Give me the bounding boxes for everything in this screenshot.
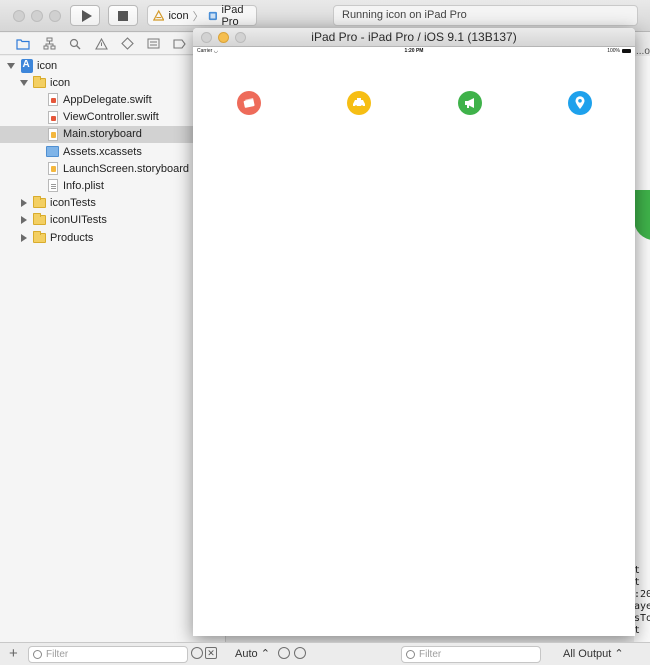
simulator-minimize-button[interactable]	[218, 32, 229, 43]
debug-filter-field[interactable]: Filter	[401, 646, 541, 663]
simulator-title-bar: iPad Pro - iPad Pro / iOS 9.1 (13B137)	[193, 28, 635, 47]
xcode-app-icon	[153, 9, 165, 21]
navigator-item-label: Products	[50, 231, 94, 244]
disclosure-closed-icon[interactable]	[21, 216, 27, 225]
asset-catalog-icon	[46, 145, 59, 158]
eye-icon[interactable]	[278, 647, 290, 659]
taxi-icon[interactable]	[347, 91, 371, 115]
ios-status-bar: Carrier ◡ 1:20 PM 100%	[193, 47, 635, 55]
search-icon	[69, 38, 81, 49]
debug-navigator-tab[interactable]	[144, 36, 162, 52]
disclosure-closed-icon[interactable]	[21, 233, 27, 242]
scheme-device-label: iPad Pro	[221, 3, 244, 28]
folder-icon	[33, 75, 46, 89]
scheme-target-label: icon	[168, 9, 189, 22]
issue-navigator-tab[interactable]	[92, 36, 110, 52]
hierarchy-icon	[43, 37, 55, 50]
folder-icon	[33, 213, 46, 227]
disclosure-open-icon[interactable]	[7, 62, 15, 69]
console-line: t	[634, 577, 641, 588]
bottom-bar: + Filter ✕ Auto ⌃ Filter All Output ⌃	[0, 642, 650, 665]
editor-breadcrumb-fragment: ...ol	[636, 46, 650, 57]
project-icon	[20, 58, 33, 73]
window-close-button[interactable]	[13, 10, 25, 22]
swift-file-icon	[46, 110, 59, 124]
disclosure-open-icon[interactable]	[20, 79, 28, 86]
console-line: :20	[634, 589, 650, 600]
navigator-item-label: ViewController.swift	[63, 111, 159, 124]
add-file-button[interactable]: +	[9, 645, 18, 662]
navigator-item-label: LaunchScreen.storyboard	[63, 162, 189, 175]
navigator-item-label: AppDelegate.swift	[63, 93, 152, 106]
debug-scope-dropdown[interactable]: Auto ⌃	[235, 647, 270, 660]
status-time: 1:20 PM	[404, 48, 424, 54]
console-output-fragment: t t:20 aye sTo t	[634, 565, 650, 640]
play-icon	[82, 10, 92, 22]
console-line: sTo	[634, 613, 650, 624]
navigator-item-label: Info.plist	[63, 179, 104, 192]
disclosure-closed-icon[interactable]	[21, 199, 27, 208]
navigator-item-label: Main.storyboard	[63, 128, 142, 141]
plist-file-icon	[46, 179, 59, 193]
folder-icon	[33, 230, 46, 244]
battery-indicator: 100%	[607, 48, 631, 54]
breakpoint-navigator-tab[interactable]	[170, 36, 188, 52]
location-pin-icon[interactable]	[568, 91, 592, 115]
simulator-window: iPad Pro - iPad Pro / iOS 9.1 (13B137) C…	[193, 28, 635, 636]
filter-icon	[406, 650, 415, 659]
breakpoint-icon	[172, 38, 186, 49]
battery-icon	[622, 49, 631, 53]
folder-icon	[33, 196, 46, 210]
window-minimize-button[interactable]	[31, 10, 43, 22]
source-control-filter-icon[interactable]: ✕	[205, 647, 217, 659]
storyboard-file-icon	[46, 127, 59, 141]
console-line: t	[634, 625, 641, 636]
stop-icon	[118, 11, 128, 21]
simulator-close-button[interactable]	[201, 32, 212, 43]
test-navigator-tab[interactable]	[118, 36, 136, 52]
editor-area-edge	[634, 56, 650, 642]
ipad-device-icon	[208, 11, 217, 20]
symbol-navigator-tab[interactable]	[40, 36, 58, 52]
test-diamond-icon	[120, 37, 134, 50]
megaphone-icon[interactable]	[458, 91, 482, 115]
simulator-title: iPad Pro - iPad Pro / iOS 9.1 (13B137)	[311, 30, 517, 44]
ticket-icon[interactable]	[237, 91, 261, 115]
navigator-item-label: iconTests	[50, 197, 96, 210]
console-line: aye	[634, 601, 650, 612]
scheme-selector[interactable]: icon 〉 iPad Pro	[147, 3, 257, 28]
window-zoom-button[interactable]	[49, 10, 61, 22]
filter-icon	[33, 650, 42, 659]
navigator-item-label: icon	[37, 59, 58, 72]
project-navigator-tab[interactable]	[14, 36, 32, 52]
swift-file-icon	[46, 93, 59, 107]
debug-gauge-icon	[147, 38, 159, 49]
simulator-zoom-button[interactable]	[235, 32, 246, 43]
warning-icon	[94, 37, 108, 50]
recent-files-clock-icon[interactable]	[191, 647, 203, 659]
storyboard-green-icon-fragment	[634, 190, 650, 240]
navigator-item-label: icon	[50, 76, 71, 89]
run-button[interactable]	[70, 5, 100, 26]
console-output-dropdown[interactable]: All Output ⌃	[563, 647, 624, 660]
storyboard-file-icon	[46, 162, 59, 176]
navigator-item-label: Assets.xcassets	[63, 145, 142, 158]
navigator-item-label: iconUITests	[50, 214, 107, 227]
ios-screen: Carrier ◡ 1:20 PM 100%	[193, 47, 635, 636]
folder-icon	[16, 38, 30, 50]
stop-button[interactable]	[108, 5, 138, 26]
console-line: t	[634, 565, 641, 576]
find-navigator-tab[interactable]	[66, 36, 84, 52]
activity-status: Running icon on iPad Pro	[333, 5, 638, 26]
chevron-right-icon: 〉	[192, 10, 204, 23]
navigator-filter-field[interactable]: Filter	[28, 646, 188, 663]
info-icon[interactable]	[294, 647, 306, 659]
